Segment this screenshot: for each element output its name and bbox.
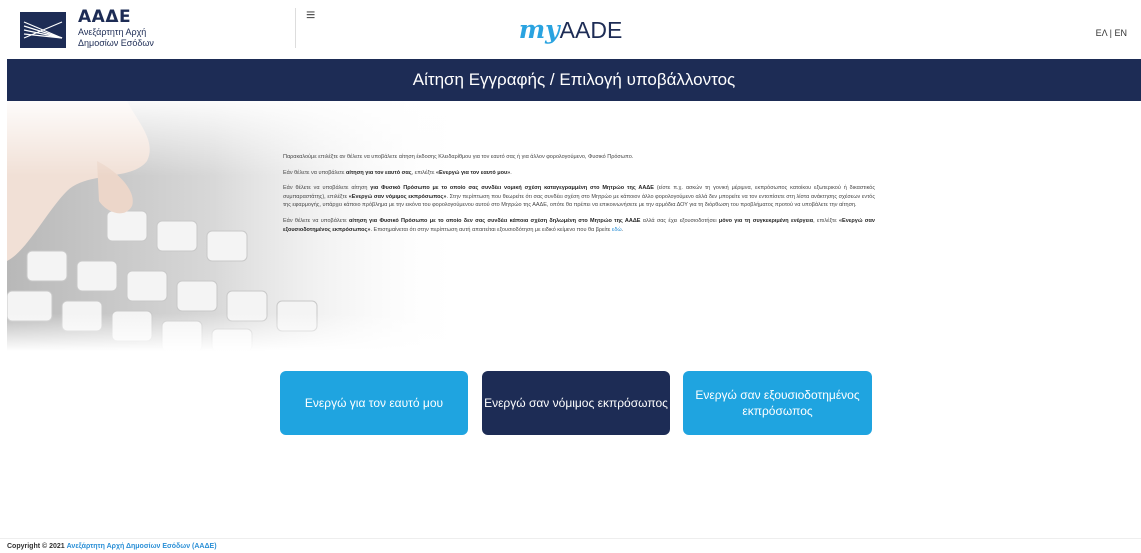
instructions-p4: Εάν θέλετε να υποβάλετε αίτηση για Φυσικ… bbox=[283, 217, 875, 234]
act-as-authorized-representative-button[interactable]: Ενεργώ σαν εξουσιοδοτημένος εκπρόσωπος bbox=[683, 371, 872, 435]
aade-footer-link[interactable]: Ανεξάρτητη Αρχή Δημοσίων Εσόδων (ΑΑΔΕ) bbox=[67, 543, 217, 550]
page-title: Αίτηση Εγγραφής / Επιλογή υποβάλλοντος bbox=[7, 59, 1141, 101]
brand-aade: AADE bbox=[559, 17, 623, 43]
instructions-p1: Παρακαλούμε επιλέξτε αν θέλετε να υποβάλ… bbox=[283, 153, 875, 162]
p2-text-c: , επιλέξτε bbox=[411, 169, 436, 176]
p2-text-d: «Ενεργώ για τον εαυτό μου» bbox=[435, 169, 511, 176]
logo-title: ΑΑΔΕ bbox=[78, 7, 132, 27]
p2-text-a: Εάν θέλετε να υποβάλετε bbox=[283, 169, 346, 176]
language-switcher: ΕΛ | EN bbox=[1096, 28, 1127, 38]
p3-text-a: Εάν θέλετε να υποβάλετε αίτηση bbox=[283, 185, 371, 192]
brand-my: my bbox=[518, 15, 560, 44]
p3-text-b: για Φυσικό Πρόσωπο με το οποίο σας συνδέ… bbox=[370, 185, 654, 192]
p4-text-h: . bbox=[621, 226, 624, 233]
p4-text-g: . Επισημαίνεται ότι στην περίπτωση αυτή … bbox=[370, 226, 612, 233]
footer-divider bbox=[0, 538, 1141, 539]
p4-text-a: Εάν θέλετε να υποβάλετε bbox=[283, 217, 350, 224]
site-header: ΑΑΔΕ Ανεξάρτητη Αρχή Δημοσίων Εσόδων ≡ m… bbox=[0, 0, 1141, 58]
logo-subtitle-line1: Ανεξάρτητη Αρχή bbox=[78, 27, 147, 37]
p4-text-e: , επιλέξτε bbox=[813, 217, 839, 224]
copyright-text: Copyright © 2021 bbox=[7, 543, 67, 550]
act-for-self-button[interactable]: Ενεργώ για τον εαυτό μου bbox=[280, 371, 468, 435]
p2-text-e: . bbox=[510, 169, 512, 176]
logo-subtitle-line2: Δημοσίων Εσόδων bbox=[78, 38, 154, 48]
p1-text: Παρακαλούμε επιλέξτε αν θέλετε να υποβάλ… bbox=[283, 154, 634, 160]
instructions-p2: Εάν θέλετε να υποβάλετε αίτηση για τον ε… bbox=[283, 169, 875, 178]
myaade-brand: myAADE bbox=[0, 15, 1141, 45]
p4-text-d: μόνο για τη συγκεκριμένη ενέργεια bbox=[718, 217, 814, 224]
lang-el-link[interactable]: ΕΛ bbox=[1096, 28, 1108, 38]
header-divider bbox=[295, 8, 296, 48]
instructions-p3: Εάν θέλετε να υποβάλετε αίτηση για Φυσικ… bbox=[283, 184, 875, 210]
p2-text-b: αίτηση για τον εαυτό σας bbox=[345, 169, 412, 176]
instructions-text: Παρακαλούμε επιλέξτε αν θέλετε να υποβάλ… bbox=[283, 153, 875, 241]
aade-logo-icon[interactable] bbox=[20, 12, 66, 48]
act-as-legal-representative-button[interactable]: Ενεργώ σαν νόμιμος εκπρόσωπος bbox=[482, 371, 670, 435]
footer: Copyright © 2021 Ανεξάρτητη Αρχή Δημοσίω… bbox=[7, 543, 217, 550]
authorization-form-link[interactable]: εδώ bbox=[612, 227, 622, 233]
p3-text-d: «Ενεργώ σαν νόμιμος εκπρόσωπος» bbox=[348, 193, 447, 200]
p4-text-b: αίτηση για Φυσικό Πρόσωπο με το οποίο δε… bbox=[349, 217, 641, 224]
p4-text-c: αλλά σας έχει εξουσιοδοτήσει bbox=[640, 217, 719, 224]
menu-icon[interactable]: ≡ bbox=[306, 8, 315, 24]
logo-text[interactable]: ΑΑΔΕ Ανεξάρτητη Αρχή Δημοσίων Εσόδων bbox=[78, 8, 154, 48]
lang-en-link[interactable]: EN bbox=[1114, 28, 1127, 38]
